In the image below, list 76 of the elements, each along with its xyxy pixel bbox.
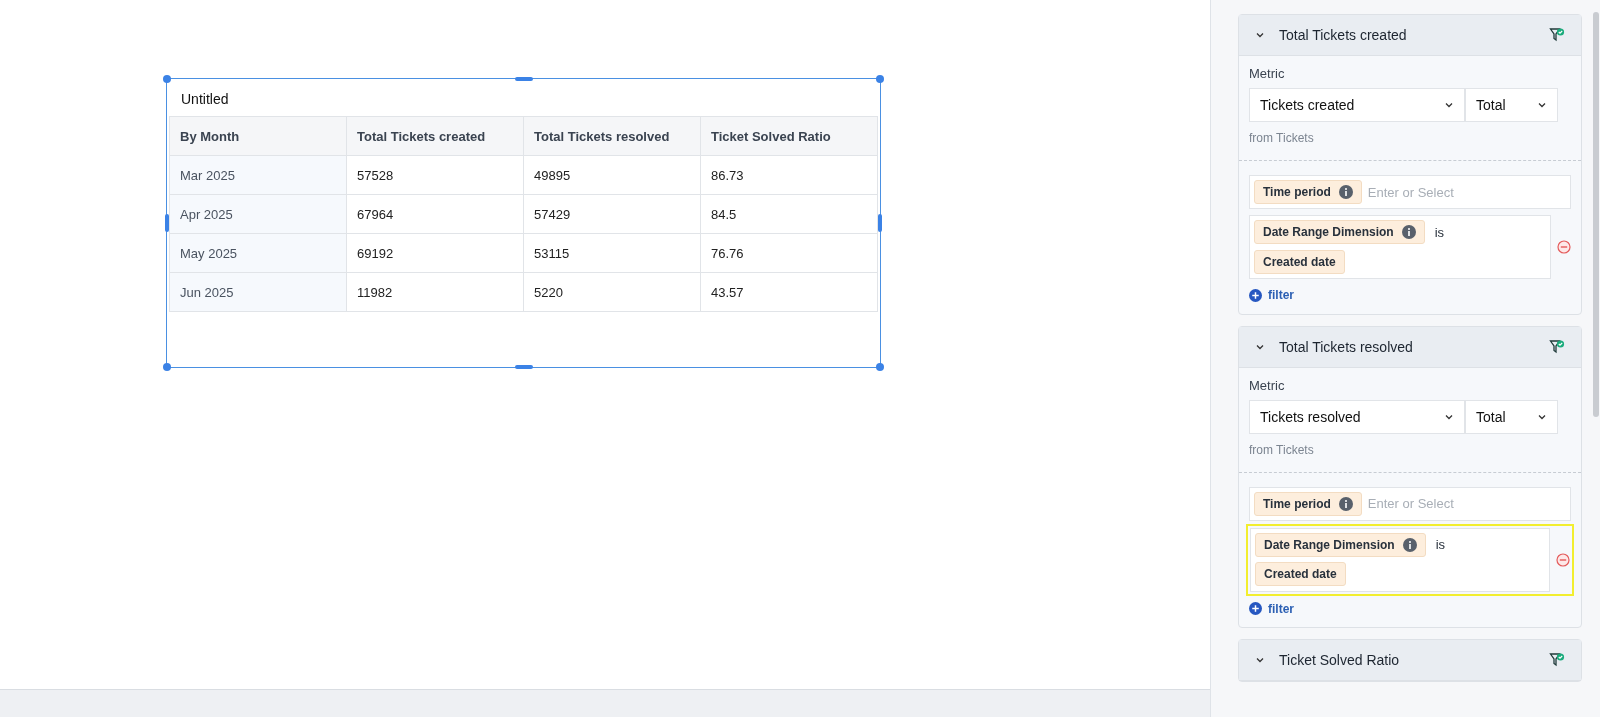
resize-handle[interactable]	[165, 214, 169, 232]
table-cell: Apr 2025	[169, 194, 347, 234]
filter-check-icon[interactable]	[1549, 652, 1565, 668]
table-cell: 69192	[346, 233, 524, 273]
table-cell: 86.73	[700, 155, 878, 195]
info-icon[interactable]	[1338, 496, 1353, 511]
resize-handle[interactable]	[878, 214, 882, 232]
table-cell: 57528	[346, 155, 524, 195]
aggregation-select[interactable]: Total	[1465, 399, 1558, 434]
time-period-field[interactable]: Time period Enter or Select	[1249, 486, 1571, 521]
value-chip: Created date	[1254, 249, 1345, 274]
info-icon[interactable]	[1338, 185, 1353, 199]
filter-condition[interactable]: Date Range Dimension is Created date	[1250, 527, 1550, 592]
value-chip: Created date	[1255, 562, 1346, 587]
time-period-field[interactable]: Time period Enter or Select	[1249, 175, 1571, 209]
metric-label: Metric	[1249, 66, 1286, 81]
aggregation-select[interactable]: Total	[1465, 88, 1558, 122]
widget-title: Untitled	[180, 91, 230, 109]
metric-select[interactable]: Tickets resolved	[1249, 399, 1465, 434]
time-period-chip: Time period	[1254, 491, 1362, 516]
table-cell: 5220	[523, 272, 701, 312]
chevron-down-icon	[1537, 100, 1547, 110]
remove-icon[interactable]	[1556, 552, 1570, 567]
chevron-down-icon	[1444, 100, 1454, 110]
column-header: By Month	[169, 116, 347, 156]
table-cell: Jun 2025	[169, 272, 347, 312]
placeholder-text: Enter or Select	[1367, 496, 1454, 511]
operator-text: is	[1435, 537, 1447, 553]
resize-handle[interactable]	[163, 75, 171, 83]
table-cell: 84.5	[700, 194, 878, 234]
source-text: from Tickets	[1249, 442, 1315, 457]
column-header: Total Tickets resolved	[523, 116, 701, 156]
metric-select[interactable]: Tickets created	[1249, 88, 1465, 122]
table-cell: 53115	[523, 233, 701, 273]
metric-label: Metric	[1249, 377, 1286, 393]
table-widget[interactable]: Untitled By Month Total Tickets created Total Tickets resolved Ticket Solved Ratio Mar 2025 57528 49895 86.73 Apr 2025 67964 57429 84.5 May 2025 69192 53115 76.76 Jun 2025 11982 5220 43.57	[166, 78, 881, 368]
metric-card-header[interactable]: Total Tickets created	[1239, 15, 1581, 56]
resize-handle[interactable]	[876, 75, 884, 83]
resize-handle[interactable]	[514, 365, 533, 369]
plus-icon	[1249, 602, 1262, 615]
resize-handle[interactable]	[876, 363, 884, 371]
filter-condition[interactable]: Date Range Dimension is Created date	[1249, 215, 1551, 279]
add-filter-link[interactable]: filter	[1249, 288, 1294, 302]
column-header: Total Tickets created	[346, 116, 524, 156]
filter-check-icon[interactable]	[1549, 27, 1565, 43]
remove-icon[interactable]	[1557, 240, 1571, 254]
metric-title: Total Tickets created	[1279, 27, 1408, 43]
dimension-chip: Date Range Dimension	[1254, 220, 1425, 245]
column-header: Ticket Solved Ratio	[700, 116, 878, 156]
dimension-chip: Date Range Dimension	[1255, 532, 1426, 557]
table-cell: 11982	[346, 272, 524, 312]
table-cell: 57429	[523, 194, 701, 234]
chevron-down-icon	[1255, 30, 1265, 40]
table-cell: 67964	[346, 194, 524, 234]
metric-card-header[interactable]: Ticket Solved Ratio	[1239, 640, 1581, 681]
placeholder-text: Enter or Select	[1367, 184, 1454, 200]
filter-check-icon[interactable]	[1549, 338, 1565, 355]
plus-icon	[1249, 288, 1262, 302]
operator-text: is	[1434, 224, 1446, 240]
info-icon[interactable]	[1402, 537, 1417, 552]
metric-title: Total Tickets resolved	[1279, 338, 1414, 355]
scrollbar-thumb[interactable]	[1593, 12, 1599, 417]
metric-card-header[interactable]: Total Tickets resolved	[1239, 326, 1581, 368]
table-cell: 43.57	[700, 272, 878, 312]
metric-title: Ticket Solved Ratio	[1279, 652, 1401, 668]
chevron-down-icon	[1255, 655, 1265, 665]
table-cell: Mar 2025	[169, 155, 347, 195]
info-icon[interactable]	[1401, 225, 1416, 240]
time-period-chip: Time period	[1254, 180, 1362, 204]
add-filter-link[interactable]: filter	[1249, 601, 1294, 616]
table-cell: 49895	[523, 155, 701, 195]
table-cell: 76.76	[700, 233, 878, 273]
source-text: from Tickets	[1249, 131, 1315, 145]
resize-handle[interactable]	[514, 77, 533, 81]
resize-handle[interactable]	[163, 363, 171, 371]
table-cell: May 2025	[169, 233, 347, 273]
